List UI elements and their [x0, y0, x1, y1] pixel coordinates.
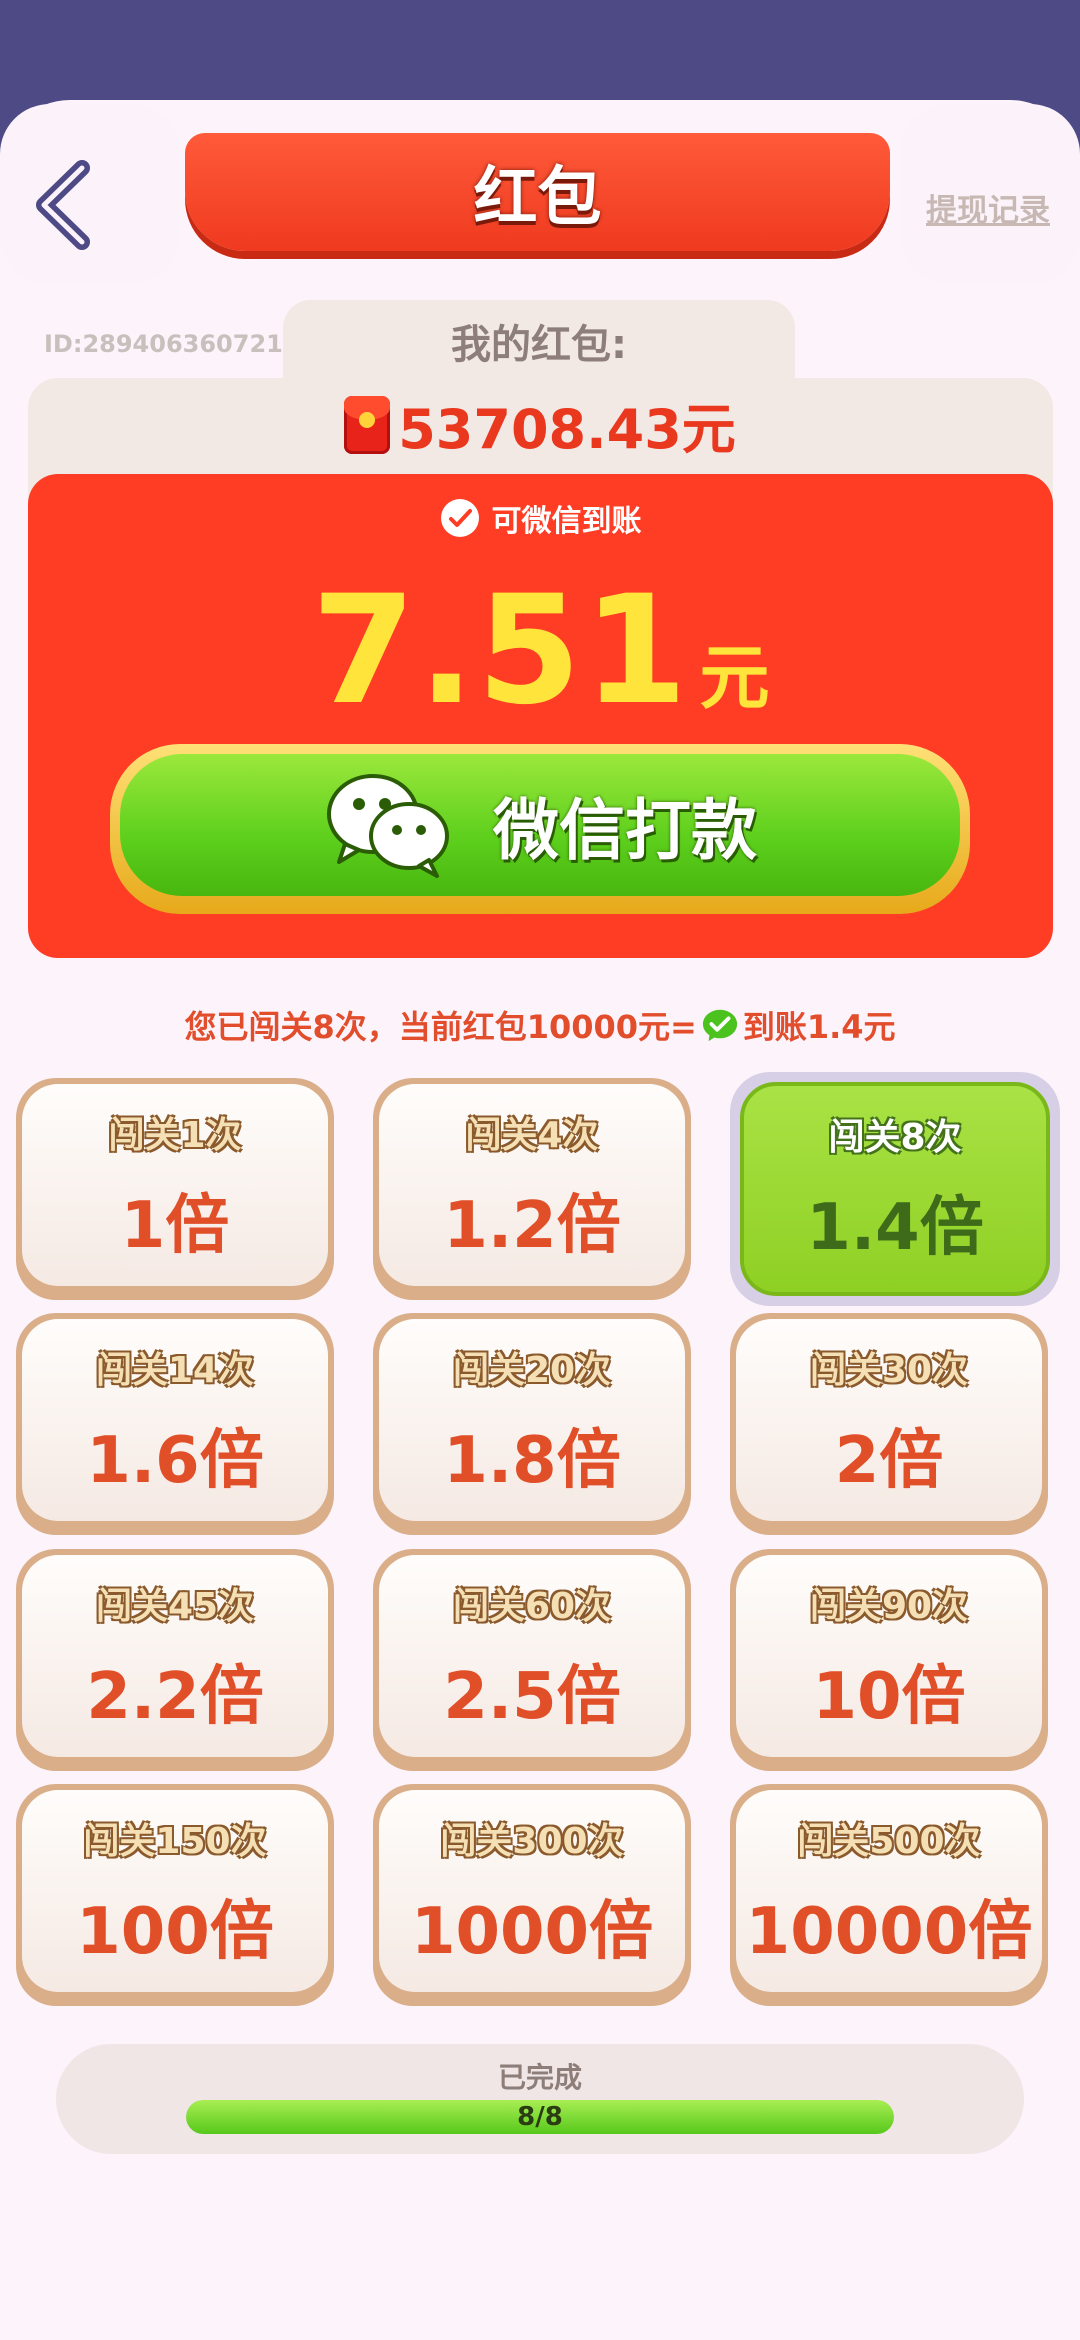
- tier-label: 闯关4次: [465, 1115, 599, 1156]
- tier-tile[interactable]: 闯关60次 2.5倍: [373, 1549, 691, 1771]
- wallet-balance: 53708.43元: [0, 385, 1080, 464]
- wallet-amount: 53708.43元: [398, 398, 736, 461]
- tier-tile-face: 闯关30次 2倍: [736, 1319, 1042, 1521]
- wallet-label: 我的红包:: [451, 322, 627, 368]
- tier-multiplier: 1.2倍: [443, 1189, 621, 1263]
- chevron-left-icon: [36, 160, 90, 250]
- tier-tile-active[interactable]: 闯关8次 1.4倍: [730, 1072, 1060, 1306]
- tier-tile[interactable]: 闯关14次 1.6倍: [16, 1313, 334, 1535]
- progress-label: 已完成: [497, 2061, 582, 2094]
- tier-label: 闯关500次: [797, 1821, 981, 1862]
- tier-multiplier: 1.4倍: [806, 1191, 984, 1265]
- tier-tile-face: 闯关14次 1.6倍: [22, 1319, 328, 1521]
- tier-multiplier: 10000倍: [745, 1895, 1033, 1969]
- page-title: 红包: [473, 161, 602, 235]
- tier-label: 闯关8次: [828, 1117, 962, 1158]
- tier-tile[interactable]: 闯关90次 10倍: [730, 1549, 1048, 1771]
- tier-tile-face: 闯关8次 1.4倍: [740, 1082, 1050, 1296]
- cashout-amount-value: 7.51: [311, 564, 690, 738]
- progress-bar: 8/8: [186, 2100, 894, 2134]
- tier-label: 闯关30次: [809, 1350, 969, 1391]
- tier-tile-face: 闯关1次 1倍: [22, 1084, 328, 1286]
- progress-note: 您已闯关8次，当前红包10000元= 到账1.4元: [0, 1002, 1080, 1048]
- wechat-logo-icon: [327, 774, 449, 878]
- tier-tile[interactable]: 闯关20次 1.8倍: [373, 1313, 691, 1535]
- user-id: ID:289406360721: [44, 330, 283, 358]
- wechat-pay-button-label: 微信打款: [493, 792, 757, 869]
- tier-tile[interactable]: 闯关500次 10000倍: [730, 1784, 1048, 2006]
- progress-note-payout: 到账1.4元: [742, 1008, 896, 1046]
- tier-label: 闯关60次: [452, 1586, 612, 1627]
- wechat-pay-button[interactable]: 微信打款: [110, 744, 970, 914]
- cashout-amount-unit: 元: [699, 637, 770, 719]
- cashout-subtitle-text: 可微信到账: [491, 504, 642, 539]
- tier-label: 闯关90次: [809, 1586, 969, 1627]
- tier-tile[interactable]: 闯关30次 2倍: [730, 1313, 1048, 1535]
- tier-tile[interactable]: 闯关300次 1000倍: [373, 1784, 691, 2006]
- wechat-icon: [440, 499, 479, 537]
- tier-multiplier: 10倍: [812, 1660, 966, 1734]
- title-banner: 红包: [185, 133, 890, 251]
- back-button[interactable]: [20, 150, 110, 260]
- wechat-pay-button-face: 微信打款: [120, 754, 960, 896]
- tier-multiplier: 2.2倍: [86, 1660, 264, 1734]
- progress-note-text: 您已闯关8次，当前红包10000元=: [184, 1008, 697, 1046]
- tier-tile[interactable]: 闯关1次 1倍: [16, 1078, 334, 1300]
- tier-label: 闯关20次: [452, 1350, 612, 1391]
- tier-multiplier: 1000倍: [410, 1895, 654, 1969]
- tier-multiplier: 2倍: [834, 1424, 944, 1498]
- tier-tile-face: 闯关300次 1000倍: [379, 1790, 685, 1992]
- red-envelope-icon: [344, 395, 391, 454]
- progress-panel: 已完成 8/8: [56, 2044, 1024, 2154]
- tier-tile[interactable]: 闯关45次 2.2倍: [16, 1549, 334, 1771]
- tier-tile[interactable]: 闯关4次 1.2倍: [373, 1078, 691, 1300]
- tier-multiplier: 1.8倍: [443, 1424, 621, 1498]
- withdraw-records-link[interactable]: 提现记录: [926, 185, 1050, 230]
- tier-multiplier: 1倍: [120, 1189, 230, 1263]
- tier-multiplier: 1.6倍: [86, 1424, 264, 1498]
- wechat-check-icon: [702, 1009, 737, 1042]
- tier-tile-face: 闯关60次 2.5倍: [379, 1555, 685, 1757]
- cashout-card: 可微信到账 7.51 元 微信打款: [28, 474, 1053, 958]
- tier-label: 闯关14次: [95, 1350, 255, 1391]
- tier-tile-face: 闯关500次 10000倍: [736, 1790, 1042, 1992]
- tier-label: 闯关45次: [95, 1586, 255, 1627]
- tier-label: 闯关1次: [108, 1115, 242, 1156]
- tier-tile[interactable]: 闯关150次 100倍: [16, 1784, 334, 2006]
- tier-label: 闯关150次: [83, 1821, 267, 1862]
- cashout-amount: 7.51 元: [28, 564, 1053, 738]
- tier-tile-face: 闯关45次 2.2倍: [22, 1555, 328, 1757]
- tier-label: 闯关300次: [440, 1821, 624, 1862]
- tier-multiplier: 2.5倍: [443, 1660, 621, 1734]
- cashout-subtitle: 可微信到账: [28, 496, 1053, 540]
- tier-tile-face: 闯关4次 1.2倍: [379, 1084, 685, 1286]
- tier-multiplier: 100倍: [76, 1895, 274, 1969]
- tier-tile-face: 闯关90次 10倍: [736, 1555, 1042, 1757]
- progress-count: 8/8: [517, 2102, 563, 2132]
- tier-tile-face: 闯关150次 100倍: [22, 1790, 328, 1992]
- tier-tile-face: 闯关20次 1.8倍: [379, 1319, 685, 1521]
